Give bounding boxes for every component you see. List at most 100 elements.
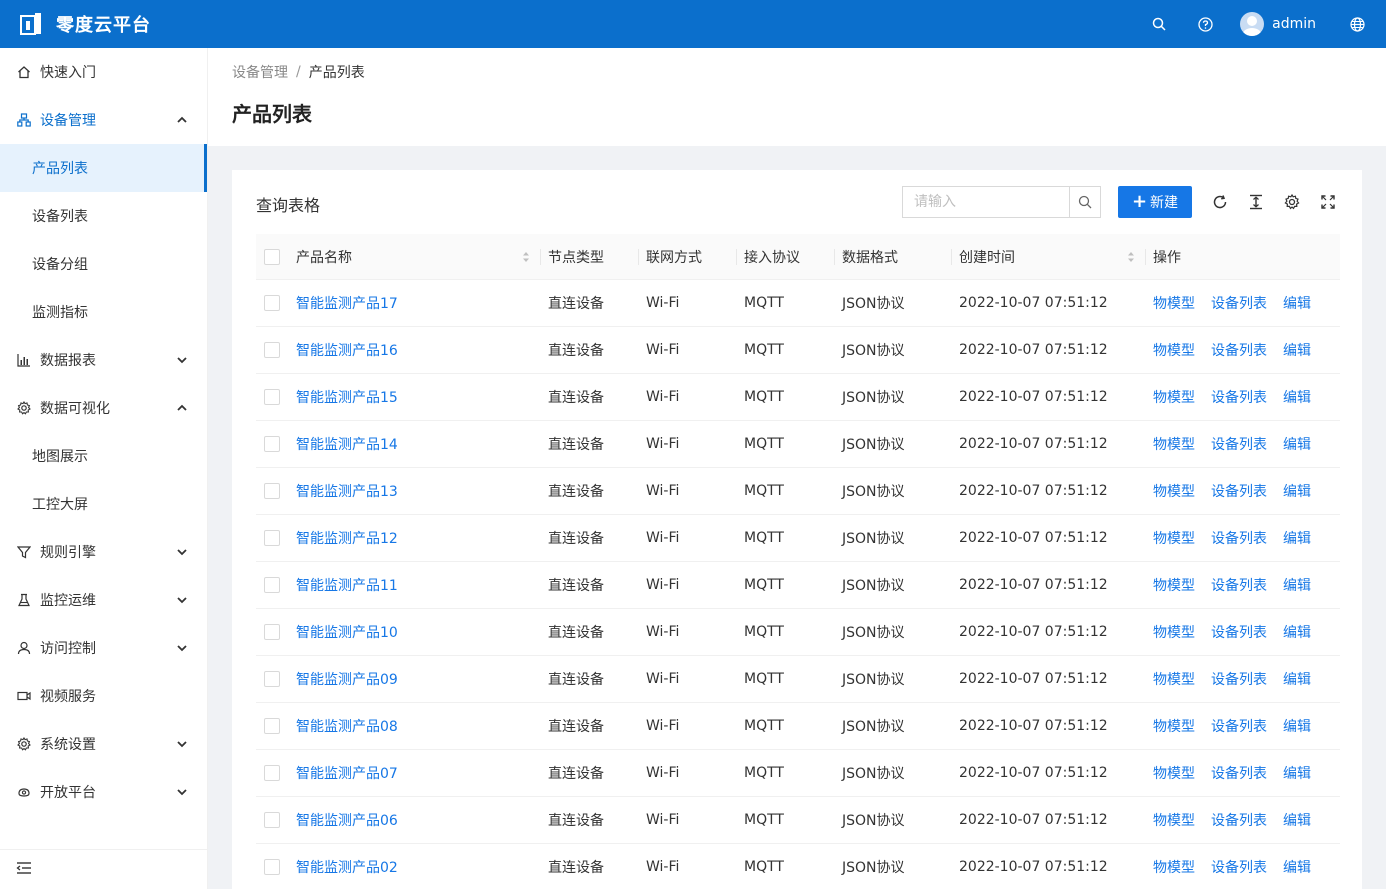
sidebar-item-data-report[interactable]: 数据报表 (0, 336, 207, 384)
user-menu[interactable]: admin (1228, 0, 1334, 48)
edit-link[interactable]: 编辑 (1283, 622, 1311, 642)
edit-link[interactable]: 编辑 (1283, 716, 1311, 736)
product-name-link[interactable]: 智能监测产品08 (296, 716, 398, 736)
column-header-name[interactable]: 产品名称 (296, 234, 540, 279)
product-name-link[interactable]: 智能监测产品15 (296, 387, 398, 407)
sidebar-item-video-service[interactable]: 视频服务 (0, 672, 207, 720)
new-button[interactable]: + 新建 (1118, 186, 1192, 218)
sidebar-item-metrics[interactable]: 监测指标 (0, 288, 207, 336)
thing-model-link[interactable]: 物模型 (1153, 857, 1195, 877)
edit-link[interactable]: 编辑 (1283, 575, 1311, 595)
edit-link[interactable]: 编辑 (1283, 434, 1311, 454)
breadcrumb-parent[interactable]: 设备管理 (232, 62, 288, 82)
sidebar-item-quickstart[interactable]: 快速入门 (0, 48, 207, 96)
row-checkbox[interactable] (264, 483, 280, 499)
thing-model-link[interactable]: 物模型 (1153, 293, 1195, 313)
search-icon[interactable] (1136, 0, 1182, 48)
sort-icon[interactable] (522, 250, 530, 264)
sidebar-item-device-management[interactable]: 设备管理 (0, 96, 207, 144)
sidebar-item-rule-engine[interactable]: 规则引擎 (0, 528, 207, 576)
edit-link[interactable]: 编辑 (1283, 340, 1311, 360)
device-list-link[interactable]: 设备列表 (1211, 810, 1267, 830)
edit-link[interactable]: 编辑 (1283, 810, 1311, 830)
row-checkbox[interactable] (264, 671, 280, 687)
row-checkbox[interactable] (264, 295, 280, 311)
sidebar-item-access-control[interactable]: 访问控制 (0, 624, 207, 672)
column-header-created-time[interactable]: 创建时间 (951, 234, 1145, 279)
thing-model-link[interactable]: 物模型 (1153, 481, 1195, 501)
thing-model-link[interactable]: 物模型 (1153, 528, 1195, 548)
select-all-checkbox[interactable] (264, 248, 280, 265)
edit-link[interactable]: 编辑 (1283, 528, 1311, 548)
product-name-link[interactable]: 智能监测产品14 (296, 434, 398, 454)
sidebar-item-system-settings[interactable]: 系统设置 (0, 720, 207, 768)
sidebar-item-product-list[interactable]: 产品列表 (0, 144, 207, 192)
product-name-link[interactable]: 智能监测产品13 (296, 481, 398, 501)
thing-model-link[interactable]: 物模型 (1153, 622, 1195, 642)
row-checkbox[interactable] (264, 530, 280, 546)
product-name-link[interactable]: 智能监测产品12 (296, 528, 398, 548)
row-checkbox[interactable] (264, 859, 280, 875)
edit-link[interactable]: 编辑 (1283, 481, 1311, 501)
device-list-link[interactable]: 设备列表 (1211, 857, 1267, 877)
setting-icon[interactable] (1282, 192, 1302, 212)
help-icon[interactable] (1182, 0, 1228, 48)
device-list-link[interactable]: 设备列表 (1211, 669, 1267, 689)
thing-model-link[interactable]: 物模型 (1153, 340, 1195, 360)
product-name-link[interactable]: 智能监测产品17 (296, 293, 398, 313)
sidebar-item-open-platform[interactable]: 开放平台 (0, 768, 207, 816)
edit-link[interactable]: 编辑 (1283, 387, 1311, 407)
device-list-link[interactable]: 设备列表 (1211, 763, 1267, 783)
device-list-link[interactable]: 设备列表 (1211, 528, 1267, 548)
device-list-link[interactable]: 设备列表 (1211, 481, 1267, 501)
search-button[interactable] (1069, 187, 1100, 217)
sidebar-item-map[interactable]: 地图展示 (0, 432, 207, 480)
logo[interactable]: 零度云平台 (0, 0, 151, 48)
thing-model-link[interactable]: 物模型 (1153, 716, 1195, 736)
thing-model-link[interactable]: 物模型 (1153, 763, 1195, 783)
row-checkbox[interactable] (264, 624, 280, 640)
device-list-link[interactable]: 设备列表 (1211, 387, 1267, 407)
product-name-link[interactable]: 智能监测产品09 (296, 669, 398, 689)
sidebar-item-monitoring[interactable]: 监控运维 (0, 576, 207, 624)
device-list-link[interactable]: 设备列表 (1211, 716, 1267, 736)
edit-link[interactable]: 编辑 (1283, 763, 1311, 783)
row-checkbox[interactable] (264, 436, 280, 452)
sidebar-item-device-group[interactable]: 设备分组 (0, 240, 207, 288)
sidebar-item-device-list[interactable]: 设备列表 (0, 192, 207, 240)
edit-link[interactable]: 编辑 (1283, 857, 1311, 877)
thing-model-link[interactable]: 物模型 (1153, 810, 1195, 830)
thing-model-link[interactable]: 物模型 (1153, 575, 1195, 595)
fullscreen-icon[interactable] (1318, 192, 1338, 212)
product-name-link[interactable]: 智能监测产品02 (296, 857, 398, 877)
reload-icon[interactable] (1210, 192, 1230, 212)
globe-icon[interactable] (1334, 0, 1380, 48)
row-checkbox[interactable] (264, 342, 280, 358)
row-checkbox[interactable] (264, 389, 280, 405)
device-list-link[interactable]: 设备列表 (1211, 340, 1267, 360)
row-checkbox[interactable] (264, 765, 280, 781)
sidebar-item-data-visualization[interactable]: 数据可视化 (0, 384, 207, 432)
edit-link[interactable]: 编辑 (1283, 669, 1311, 689)
device-list-link[interactable]: 设备列表 (1211, 434, 1267, 454)
edit-link[interactable]: 编辑 (1283, 293, 1311, 313)
thing-model-link[interactable]: 物模型 (1153, 387, 1195, 407)
sidebar-item-dashboard-screen[interactable]: 工控大屏 (0, 480, 207, 528)
product-name-link[interactable]: 智能监测产品16 (296, 340, 398, 360)
collapse-sidebar-button[interactable] (0, 849, 207, 889)
search-input[interactable] (903, 187, 1069, 217)
product-name-link[interactable]: 智能监测产品07 (296, 763, 398, 783)
product-name-link[interactable]: 智能监测产品10 (296, 622, 398, 642)
thing-model-link[interactable]: 物模型 (1153, 434, 1195, 454)
row-checkbox[interactable] (264, 812, 280, 828)
column-height-icon[interactable] (1246, 192, 1266, 212)
device-list-link[interactable]: 设备列表 (1211, 293, 1267, 313)
row-checkbox[interactable] (264, 577, 280, 593)
product-name-link[interactable]: 智能监测产品11 (296, 575, 398, 595)
product-name-link[interactable]: 智能监测产品06 (296, 810, 398, 830)
sort-icon[interactable] (1127, 250, 1135, 264)
row-checkbox[interactable] (264, 718, 280, 734)
device-list-link[interactable]: 设备列表 (1211, 622, 1267, 642)
thing-model-link[interactable]: 物模型 (1153, 669, 1195, 689)
device-list-link[interactable]: 设备列表 (1211, 575, 1267, 595)
